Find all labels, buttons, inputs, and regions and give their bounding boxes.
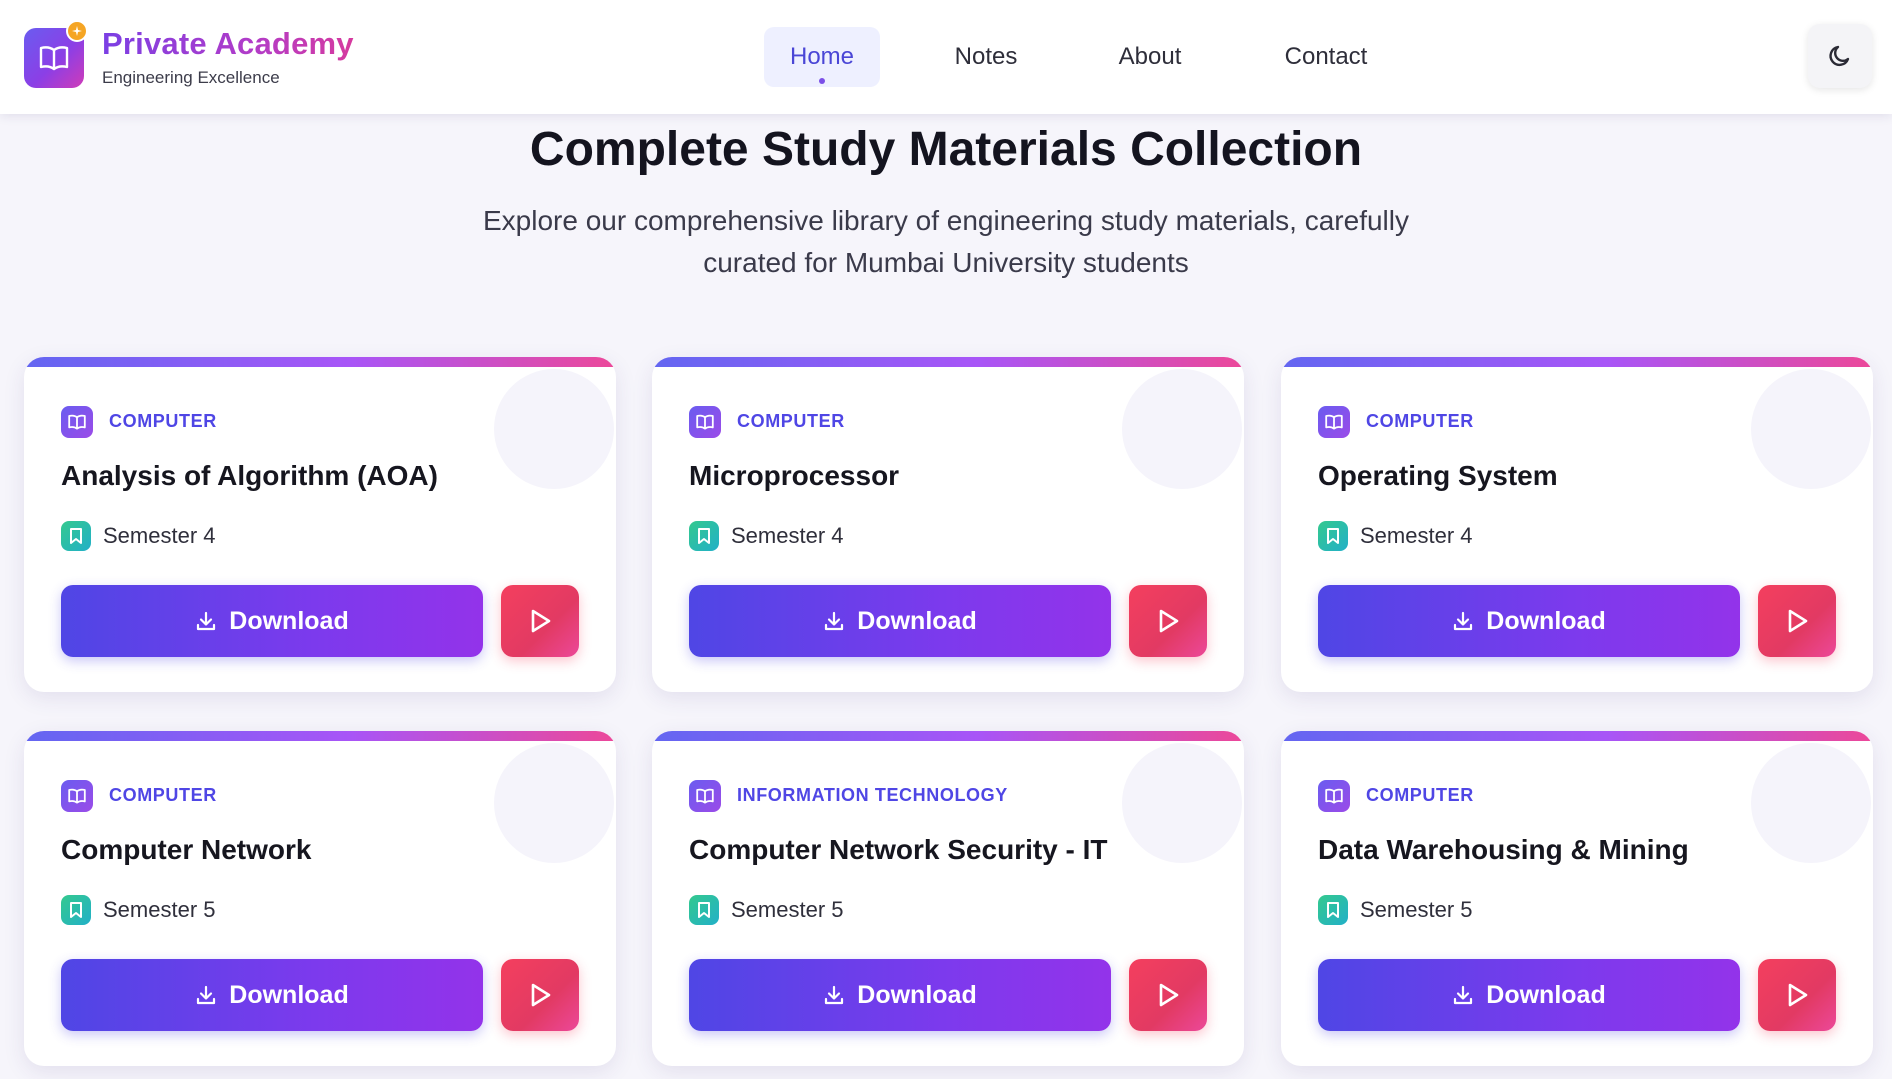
- play-video-button[interactable]: [1758, 959, 1836, 1031]
- download-button[interactable]: Download: [689, 959, 1111, 1031]
- play-icon: [1788, 609, 1808, 633]
- open-book-icon: [39, 46, 69, 71]
- download-button[interactable]: Download: [61, 585, 483, 657]
- nav-home-label: Home: [789, 43, 855, 70]
- download-icon: [825, 611, 844, 631]
- page-subtitle: Explore our comprehensive library of eng…: [483, 205, 1409, 278]
- download-label: Download: [229, 606, 349, 635]
- semester-label: Semester 4: [731, 523, 844, 548]
- bookmark-icon: [689, 895, 719, 925]
- semester-label: Semester 5: [731, 897, 844, 922]
- card-accent-bar: [1281, 357, 1873, 367]
- play-icon: [1788, 983, 1808, 1007]
- semester-label: Semester 4: [1360, 523, 1473, 548]
- card-decor-circle: [1751, 743, 1871, 863]
- material-card: INFORMATION TECHNOLOGY Computer Network …: [652, 731, 1244, 1066]
- download-label: Download: [1486, 606, 1606, 635]
- material-card: COMPUTER Microprocessor Semester 4 Downl…: [652, 357, 1244, 692]
- card-accent-bar: [24, 357, 616, 367]
- card-decor-circle: [494, 369, 614, 489]
- play-video-button[interactable]: [1129, 959, 1207, 1031]
- theme-toggle-button[interactable]: [1808, 24, 1872, 88]
- category-label: INFORMATION TECHNOLOGY: [737, 785, 1008, 805]
- category-book-icon: [1318, 780, 1350, 812]
- play-icon: [531, 983, 551, 1007]
- bookmark-icon: [1318, 521, 1348, 551]
- nav-contact[interactable]: Contact: [1266, 27, 1386, 87]
- play-icon: [1159, 609, 1179, 633]
- material-title: Microprocessor: [689, 460, 900, 491]
- category-book-icon: [1318, 406, 1350, 438]
- card-accent-bar: [1281, 731, 1873, 741]
- category-book-icon: [689, 780, 721, 812]
- play-icon: [531, 609, 551, 633]
- sparkle-icon: [66, 20, 88, 42]
- download-icon: [1454, 611, 1473, 631]
- category-book-icon: [689, 406, 721, 438]
- page-title: Complete Study Materials Collection: [529, 123, 1363, 176]
- semester-label: Semester 5: [103, 897, 216, 922]
- nav-notes-label: Notes: [954, 43, 1018, 70]
- card-accent-bar: [652, 731, 1244, 741]
- card-decor-circle: [1122, 369, 1242, 489]
- material-card: COMPUTER Operating System Semester 4 Dow…: [1281, 357, 1873, 692]
- material-title: Analysis of Algorithm (AOA): [61, 460, 438, 491]
- moon-icon: [1829, 45, 1850, 67]
- semester-label: Semester 5: [1360, 897, 1473, 922]
- brand-tagline: Engineering Excellence: [102, 68, 280, 87]
- category-book-icon: [61, 780, 93, 812]
- material-title: Operating System: [1318, 460, 1558, 491]
- download-label: Download: [1486, 980, 1606, 1009]
- category-label: COMPUTER: [1366, 785, 1474, 805]
- download-button[interactable]: Download: [61, 959, 483, 1031]
- card-decor-circle: [494, 743, 614, 863]
- card-accent-bar: [652, 357, 1244, 367]
- nav-notes[interactable]: Notes: [936, 27, 1036, 87]
- download-button[interactable]: Download: [1318, 959, 1740, 1031]
- category-book-icon: [61, 406, 93, 438]
- material-card: COMPUTER Data Warehousing & Mining Semes…: [1281, 731, 1873, 1066]
- material-title: Computer Network Security - IT: [689, 834, 1108, 865]
- nav-contact-label: Contact: [1284, 43, 1368, 70]
- download-icon: [197, 611, 216, 631]
- play-video-button[interactable]: [501, 959, 579, 1031]
- card-decor-circle: [1122, 743, 1242, 863]
- category-label: COMPUTER: [1366, 411, 1474, 431]
- card-accent-bar: [24, 731, 616, 741]
- material-card: COMPUTER Computer Network Semester 5 Dow…: [24, 731, 616, 1066]
- material-title: Computer Network: [61, 834, 312, 865]
- download-label: Download: [229, 980, 349, 1009]
- play-video-button[interactable]: [1758, 585, 1836, 657]
- play-icon: [1159, 983, 1179, 1007]
- category-label: COMPUTER: [737, 411, 845, 431]
- play-video-button[interactable]: [501, 585, 579, 657]
- download-button[interactable]: Download: [1318, 585, 1740, 657]
- nav-about-label: About: [1118, 43, 1182, 70]
- material-title: Data Warehousing & Mining: [1318, 834, 1689, 865]
- top-navbar: Private Academy Engineering Excellence H…: [0, 0, 1892, 114]
- bookmark-icon: [689, 521, 719, 551]
- active-indicator-dot: [819, 78, 825, 84]
- nav-about[interactable]: About: [1100, 27, 1200, 87]
- bookmark-icon: [61, 521, 91, 551]
- download-icon: [825, 985, 844, 1005]
- download-icon: [197, 985, 216, 1005]
- bookmark-icon: [61, 895, 91, 925]
- material-card: COMPUTER Analysis of Algorithm (AOA) Sem…: [24, 357, 616, 692]
- download-icon: [1454, 985, 1473, 1005]
- bookmark-icon: [1318, 895, 1348, 925]
- play-video-button[interactable]: [1129, 585, 1207, 657]
- card-decor-circle: [1751, 369, 1871, 489]
- nav-home[interactable]: Home: [764, 27, 880, 87]
- download-label: Download: [857, 606, 977, 635]
- download-button[interactable]: Download: [689, 585, 1111, 657]
- category-label: COMPUTER: [109, 785, 217, 805]
- semester-label: Semester 4: [103, 523, 216, 548]
- download-label: Download: [857, 980, 977, 1009]
- brand-name[interactable]: Private Academy: [102, 26, 354, 62]
- category-label: COMPUTER: [109, 411, 217, 431]
